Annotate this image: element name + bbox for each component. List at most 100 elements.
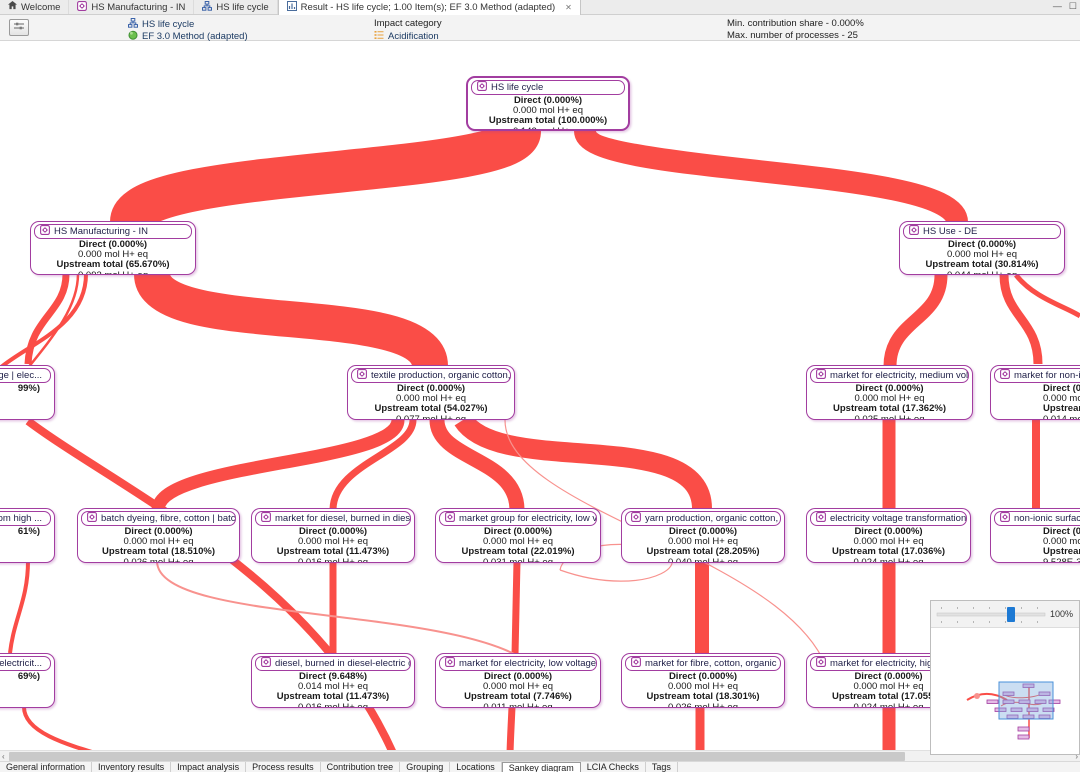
process-icon (40, 225, 50, 238)
node-upstream-value: 9.528E-3 m (991, 558, 1080, 563)
flow-ribbon (10, 561, 28, 653)
result-tab-impact-analysis[interactable]: Impact analysis (171, 762, 246, 772)
node-cut-left-row3[interactable]: n voltage | elec...99%) (0, 365, 55, 420)
zoom-slider[interactable]: 100% (931, 601, 1079, 628)
node-title: market for diesel, burned in diesel-elec… (275, 513, 411, 524)
node-upstream-label: Upstream total (100.000%) (468, 116, 628, 126)
node-title-bar: tage | electricit... (0, 656, 51, 671)
node-upstream-label: Upstream total (28.205%) (622, 547, 784, 557)
node-upstream-value: 0.026 mol H+ eq (78, 558, 239, 563)
result-tab-process-results[interactable]: Process results (246, 762, 321, 772)
tab-label: Result - HS life cycle; 1.00 Item(s); EF… (301, 2, 556, 13)
node-direct-label: Direct (0.000%) (31, 240, 195, 250)
node-batch-dyeing[interactable]: batch dyeing, fibre, cotton | batch dyei… (77, 508, 240, 563)
node-market-group-electricity-low[interactable]: market group for electricity, low voltag… (435, 508, 601, 563)
node-direct-value: 0.000 mol H+ eq (252, 537, 414, 547)
process-icon (261, 657, 271, 670)
tab-label: Welcome (21, 2, 60, 13)
node-diesel-burned-generating-set[interactable]: diesel, burned in diesel-electric genera… (251, 653, 415, 708)
node-cut-right-row4-non-ionic-surfactant[interactable]: non-ionic surfactant pDirect (00.000 moU… (990, 508, 1080, 563)
node-title: electricity voltage transformation from … (830, 513, 967, 524)
node-title: non-ionic surfactant p (1014, 513, 1080, 524)
node-textile-production[interactable]: textile production, organic cotton, circ… (347, 365, 515, 420)
minimap-view-rect[interactable] (999, 682, 1053, 719)
flow-ribbon (1016, 275, 1080, 316)
node-direct-label: Direct (0.000%) (436, 527, 600, 537)
node-title: HS life cycle (491, 82, 543, 93)
node-yarn-production[interactable]: yarn production, organic cotton, ring sp… (621, 508, 785, 563)
tab-welcome[interactable]: Welcome (0, 0, 69, 14)
result-tab-sankey-diagram[interactable]: Sankey diagram (502, 762, 581, 772)
node-hs-life-cycle[interactable]: HS life cycleDirect (0.000%)0.000 mol H+… (466, 76, 630, 131)
result-tab-inventory-results[interactable]: Inventory results (92, 762, 171, 772)
node-market-electricity-low-voltage[interactable]: market for electricity, low voltage | el… (435, 653, 601, 708)
result-tab-lcia-checks[interactable]: LCIA Checks (581, 762, 646, 772)
node-upstream-label: Upstream total (18.510%) (78, 547, 239, 557)
node-upstream-value: 0.016 mol H+ eq (252, 558, 414, 563)
tab-hs-manufacturing[interactable]: HS Manufacturing - IN (69, 0, 194, 14)
node-direct-value: 0.000 mol H+ eq (807, 394, 972, 404)
result-tab-contribution-tree[interactable]: Contribution tree (321, 762, 401, 772)
node-direct-value: 0.000 mol H+ eq (900, 250, 1064, 260)
tab-result-active[interactable]: Result - HS life cycle; 1.00 Item(s); EF… (278, 0, 581, 15)
method-icon (128, 30, 138, 43)
flow-ribbon (585, 131, 957, 222)
node-hs-use-de[interactable]: HS Use - DEDirect (0.000%)0.000 mol H+ e… (899, 221, 1065, 275)
node-direct-value: 0.000 mol H+ eq (622, 537, 784, 547)
zoom-slider-thumb[interactable] (1007, 607, 1015, 622)
node-upstream-label: Upstream total (17.036%) (807, 547, 970, 557)
tab-hs-life-cycle[interactable]: HS life cycle (194, 0, 277, 14)
node-upstream-label: Upstream total (54.027%) (348, 404, 514, 414)
process-icon (909, 225, 919, 238)
diagram-settings-button[interactable] (9, 19, 29, 36)
node-title: market for non-ionic s (1014, 370, 1080, 381)
flow-ribbon (0, 274, 86, 368)
flow-ribbon (28, 274, 66, 364)
node-title: market group for electricity, low voltag… (459, 513, 597, 524)
max-processes-label: Max. number of processes - 25 (727, 30, 858, 41)
node-upstream-value: 0.025 mol H+ eq (807, 415, 972, 420)
node-direct-value: 0.014 mol H+ eq (252, 682, 414, 692)
node-direct-label: Direct (0.000%) (622, 672, 784, 682)
node-hs-manufacturing-in[interactable]: HS Manufacturing - INDirect (0.000%)0.00… (30, 221, 196, 275)
node-upstream-label: Upstream total (7.746%) (436, 692, 600, 702)
node-market-fibre-cotton-organic[interactable]: market for fibre, cotton, organic | fibr… (621, 653, 785, 708)
node-direct-value: 0.000 mol H+ eq (348, 394, 514, 404)
minimap-viewport[interactable] (931, 628, 1079, 754)
flow-ribbon (24, 707, 112, 752)
maximize-icon[interactable]: ☐ (1069, 1, 1077, 12)
sankey-canvas[interactable]: HS life cycleDirect (0.000%)0.000 mol H+… (0, 41, 1080, 752)
result-tab-locations[interactable]: Locations (450, 762, 502, 772)
node-upstream-value: 0.040 mol H+ eq (622, 558, 784, 563)
node-cut-left-row4[interactable]: ion from high ...61%) (0, 508, 55, 563)
node-upstream-value: 0.011 mol H+ eq (436, 703, 600, 708)
node-title-bar: market for electricity, medium voltage |… (810, 368, 969, 383)
result-tab-general-information[interactable]: General information (0, 762, 92, 772)
node-cut-right-row3-market-non-ionic[interactable]: market for non-ionic sDirect (00.000 moU… (990, 365, 1080, 420)
node-cut-left-row5[interactable]: tage | electricit...69%) (0, 653, 55, 708)
node-direct-value: 0.000 mol H+ eq (436, 682, 600, 692)
horizontal-scrollbar[interactable]: ‹ › (0, 750, 1080, 761)
node-market-electricity-medium-voltage[interactable]: market for electricity, medium voltage |… (806, 365, 973, 420)
node-market-diesel-burned[interactable]: market for diesel, burned in diesel-elec… (251, 508, 415, 563)
process-icon (87, 512, 97, 525)
node-direct-label: Direct (0.000%) (807, 384, 972, 394)
result-tab-tags[interactable]: Tags (646, 762, 678, 772)
node-title-bar: market for diesel, burned in diesel-elec… (255, 511, 411, 526)
node-electricity-voltage-transformation[interactable]: electricity voltage transformation from … (806, 508, 971, 563)
close-icon[interactable]: ✕ (565, 3, 572, 12)
node-title: textile production, organic cotton, circ… (371, 370, 511, 381)
process-icon (357, 369, 367, 382)
result-tab-grouping[interactable]: Grouping (400, 762, 450, 772)
node-title-bar: market for non-ionic s (994, 368, 1080, 383)
node-direct-label: Direct (0.000%) (622, 527, 784, 537)
minimize-icon[interactable]: — (1053, 1, 1062, 12)
scrollbar-thumb[interactable] (9, 752, 905, 761)
editor-tab-bar: Welcome HS Manufacturing - IN HS life cy… (0, 0, 1080, 15)
impact-list-icon (374, 30, 384, 43)
node-title: market for electricity, low voltage | el… (459, 658, 597, 669)
impact-category-select[interactable]: Acidification (374, 30, 439, 43)
tab-label: HS Manufacturing - IN (91, 2, 185, 13)
process-icon (445, 657, 455, 670)
node-title: tage | electricit... (0, 658, 42, 669)
